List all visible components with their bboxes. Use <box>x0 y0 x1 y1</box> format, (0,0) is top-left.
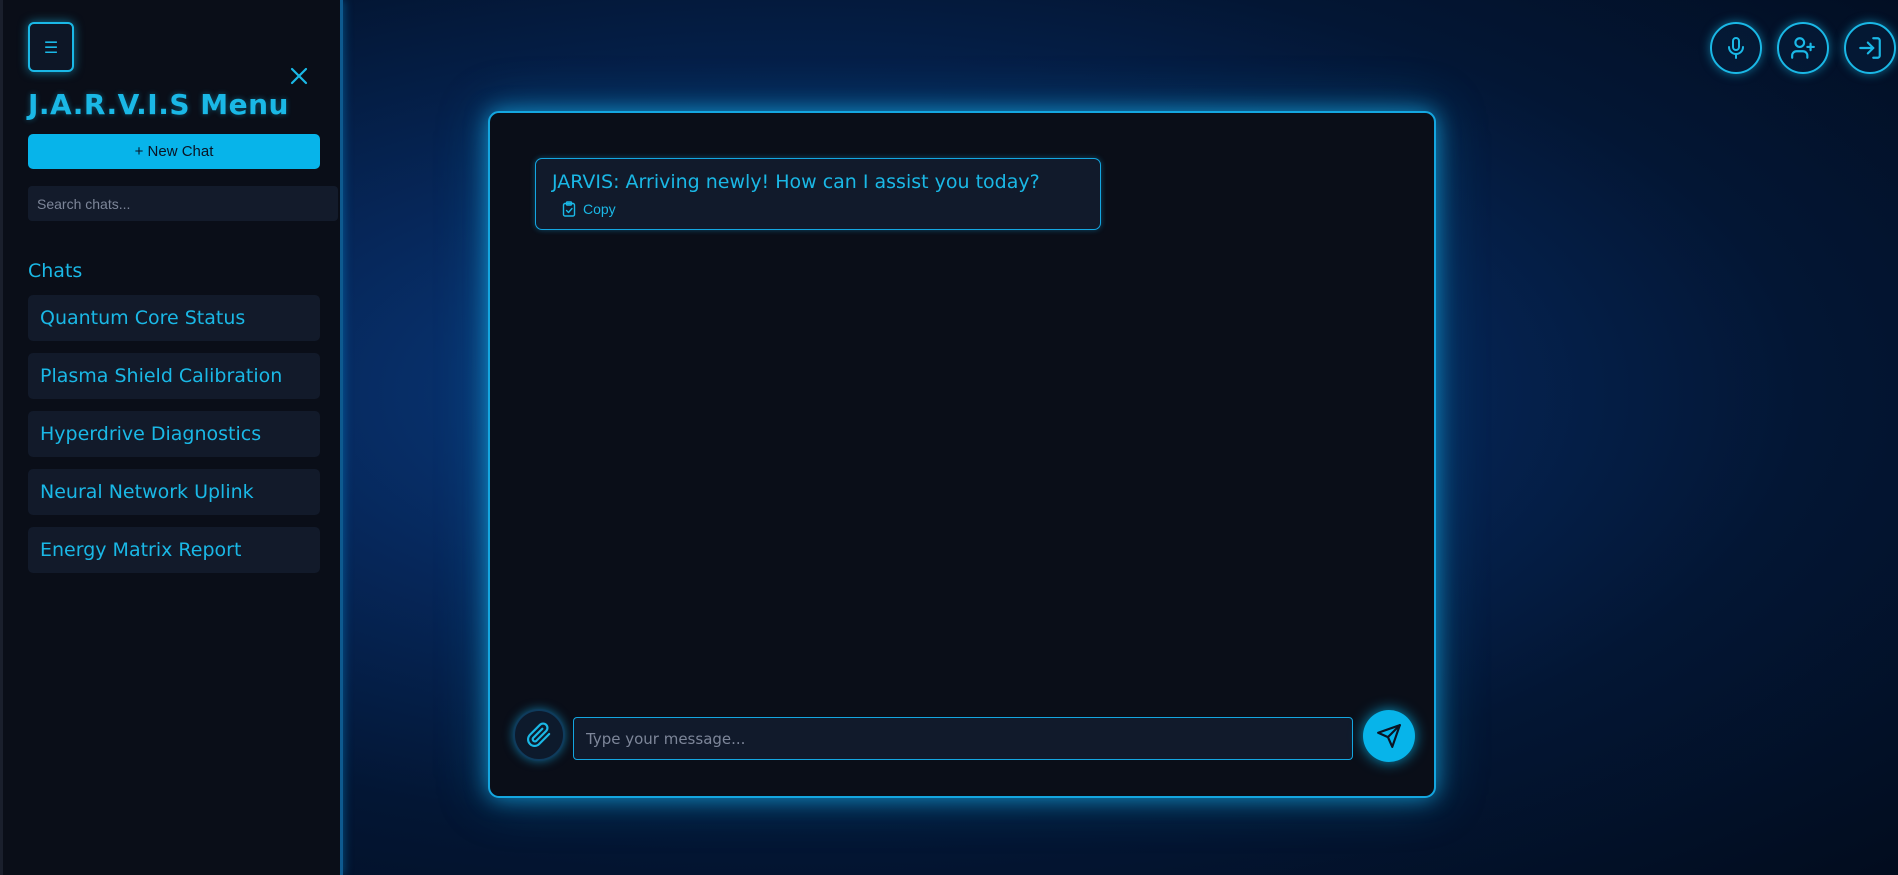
message-input[interactable] <box>573 717 1353 760</box>
chat-list: Quantum Core Status Plasma Shield Calibr… <box>28 295 320 585</box>
copy-button[interactable]: Copy <box>562 201 616 217</box>
top-actions <box>1710 22 1896 74</box>
chat-item-plasma-shield-calibration[interactable]: Plasma Shield Calibration <box>28 353 320 399</box>
chat-item-hyperdrive-diagnostics[interactable]: Hyperdrive Diagnostics <box>28 411 320 457</box>
chat-item-quantum-core-status[interactable]: Quantum Core Status <box>28 295 320 341</box>
sign-in-icon <box>1859 37 1881 59</box>
voice-button[interactable] <box>1710 22 1762 74</box>
paperclip-icon <box>527 722 551 747</box>
chat-panel: JARVIS: Arriving newly! How can I assist… <box>488 111 1436 798</box>
menu-toggle-button[interactable]: ☰ <box>28 22 74 72</box>
assistant-message: JARVIS: Arriving newly! How can I assist… <box>535 158 1101 230</box>
chat-item-neural-network-uplink[interactable]: Neural Network Uplink <box>28 469 320 515</box>
clipboard-check-icon <box>562 201 576 217</box>
search-chats-input[interactable] <box>28 186 338 221</box>
send-button[interactable] <box>1363 710 1415 762</box>
sidebar: ☰ J.A.R.V.I.S Menu + New Chat Chats Quan… <box>0 0 343 875</box>
sidebar-title: J.A.R.V.I.S Menu <box>28 88 289 121</box>
chat-item-energy-matrix-report[interactable]: Energy Matrix Report <box>28 527 320 573</box>
copy-label: Copy <box>583 201 616 217</box>
send-icon <box>1377 724 1401 748</box>
attach-file-button[interactable] <box>513 709 565 761</box>
chats-heading: Chats <box>28 260 83 282</box>
microphone-icon <box>1728 37 1744 59</box>
user-plus-icon <box>1791 37 1815 59</box>
close-icon <box>290 67 308 85</box>
login-button[interactable] <box>1844 22 1896 74</box>
hamburger-icon: ☰ <box>43 37 59 57</box>
new-chat-button[interactable]: + New Chat <box>28 134 320 169</box>
close-sidebar-button[interactable] <box>287 64 311 88</box>
add-user-button[interactable] <box>1777 22 1829 74</box>
message-text: JARVIS: Arriving newly! How can I assist… <box>552 171 1040 193</box>
